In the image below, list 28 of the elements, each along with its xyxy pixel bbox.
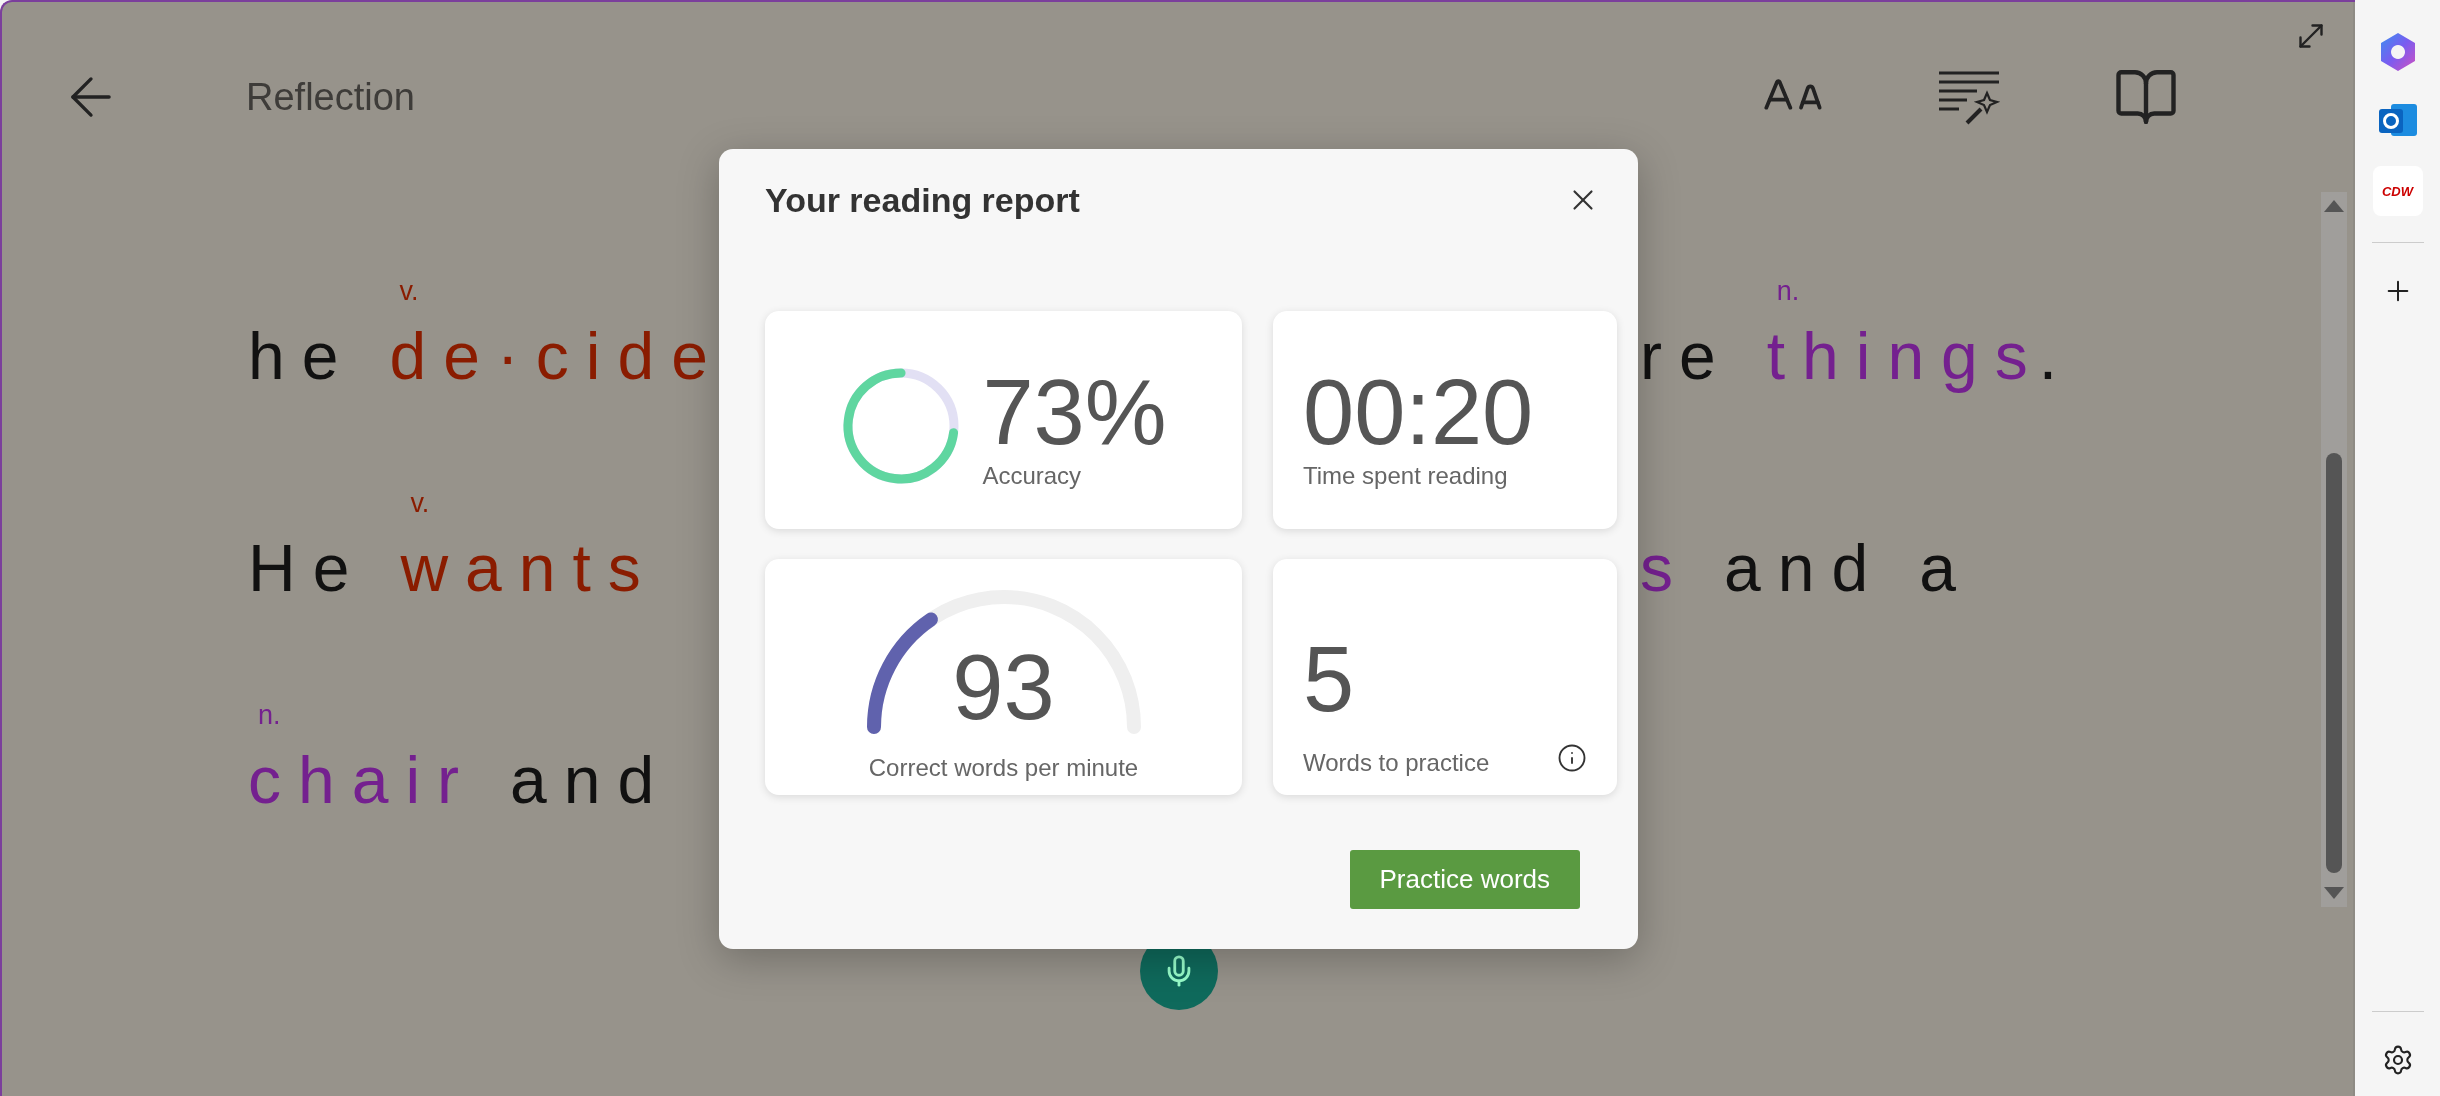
text-wand-icon[interactable] bbox=[1937, 69, 2001, 125]
stat-value: 73% bbox=[982, 362, 1167, 462]
scroll-down-icon[interactable] bbox=[2324, 887, 2344, 899]
scrollbar-thumb[interactable] bbox=[2326, 453, 2342, 873]
stat-value: 93 bbox=[952, 637, 1055, 740]
document-title: Reflection bbox=[246, 75, 416, 119]
reading-word[interactable]: a bbox=[1919, 528, 1973, 608]
reading-word[interactable]: re bbox=[1640, 316, 1733, 396]
reading-word[interactable]: and bbox=[1724, 528, 1886, 608]
stat-label: Time spent reading bbox=[1303, 462, 1509, 490]
part-of-speech-label: n. bbox=[257, 700, 281, 732]
cdw-logo[interactable]: CDW bbox=[2372, 166, 2423, 216]
reading-word[interactable]: He bbox=[248, 528, 367, 608]
part-of-speech-label: n. bbox=[1775, 276, 1800, 308]
stat-value: 5 bbox=[1303, 629, 1356, 729]
info-icon[interactable] bbox=[1557, 743, 1587, 773]
reading-word[interactable]: and bbox=[510, 740, 672, 820]
stat-label: Accuracy bbox=[982, 462, 1083, 490]
practice-words-button[interactable]: Practice words bbox=[1349, 850, 1580, 909]
reading-word[interactable]: he bbox=[248, 316, 356, 396]
stat-label: Words to practice bbox=[1303, 749, 1490, 777]
part-of-speech-label: v. bbox=[409, 488, 430, 520]
scrollbar[interactable] bbox=[2321, 192, 2347, 907]
dialog-title: Your reading report bbox=[765, 180, 1080, 220]
stat-label: Correct words per minute bbox=[868, 754, 1139, 783]
scroll-up-icon[interactable] bbox=[2324, 200, 2344, 212]
stat-value: 00:20 bbox=[1303, 362, 1534, 462]
part-of-speech-label: v. bbox=[398, 276, 419, 308]
